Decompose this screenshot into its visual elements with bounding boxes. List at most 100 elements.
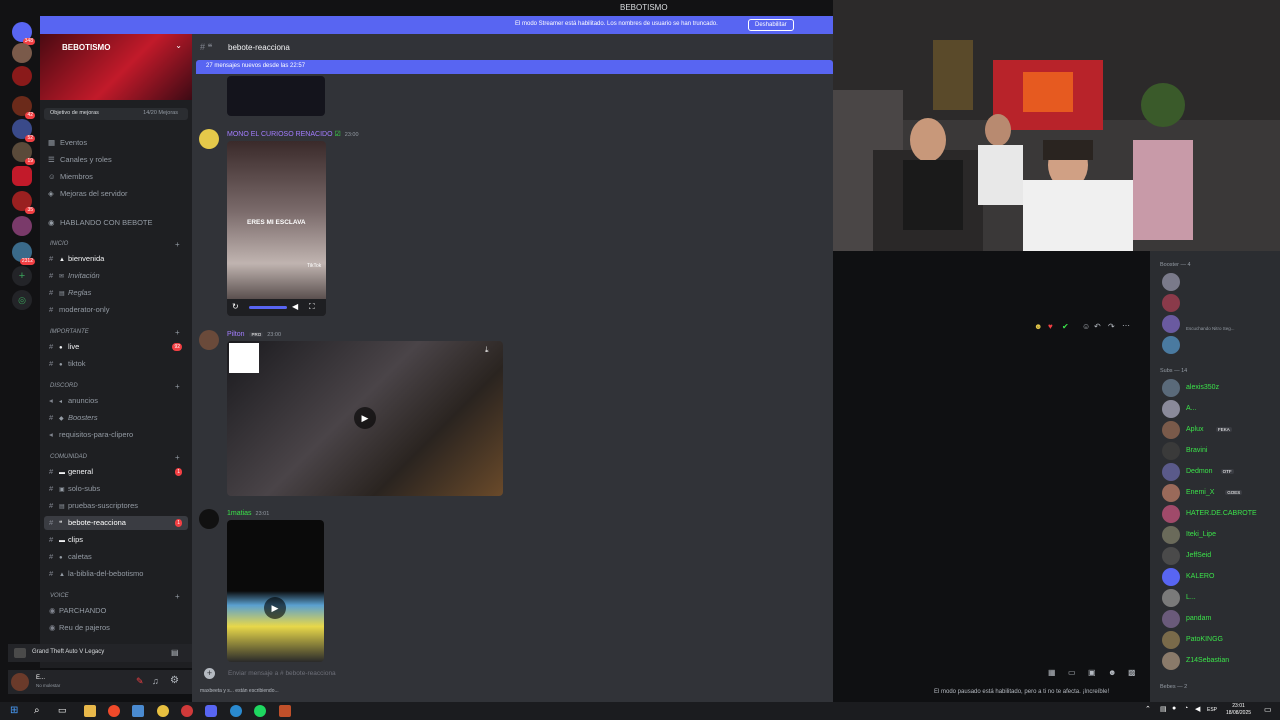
server-icon[interactable]: 52 bbox=[12, 119, 35, 142]
avatar[interactable] bbox=[199, 330, 219, 350]
channel-tiktok[interactable]: # ● tiktok bbox=[44, 357, 188, 371]
channel-caletas[interactable]: # ● caletas bbox=[44, 550, 188, 564]
nav-server-boosts[interactable]: ◈ Mejoras del servidor bbox=[48, 189, 128, 198]
discord-taskbar-icon[interactable] bbox=[205, 705, 217, 717]
message-author[interactable]: Pilton PRO 23:00 bbox=[227, 331, 281, 338]
fullscreen-icon[interactable]: ⛶ bbox=[309, 302, 315, 312]
volume-icon[interactable]: ◀ bbox=[1195, 705, 1207, 717]
check-icon[interactable]: ✔ bbox=[1062, 322, 1069, 331]
home-icon[interactable]: 348 bbox=[12, 22, 35, 45]
add-server-icon[interactable]: + bbox=[12, 266, 32, 286]
video-attachment[interactable]: ▶ bbox=[227, 520, 324, 662]
gif-icon[interactable]: ▭ bbox=[1068, 668, 1076, 677]
sticker-icon[interactable]: ▣ bbox=[1088, 668, 1096, 677]
discover-icon[interactable]: ◎ bbox=[12, 290, 32, 310]
video-attachment[interactable]: ⤓ ▶ bbox=[227, 341, 503, 496]
activity-panel[interactable]: Grand Theft Auto V Legacy ▤ bbox=[8, 644, 192, 662]
language-indicator[interactable]: ESP bbox=[1207, 707, 1217, 713]
chrome-icon[interactable] bbox=[157, 705, 169, 717]
store-icon[interactable] bbox=[132, 705, 144, 717]
voice-parchando[interactable]: ◉ PARCHANDO bbox=[44, 604, 188, 618]
channel-requisitos[interactable]: ◂ requisitos-para-clipero bbox=[44, 428, 188, 442]
replay-icon[interactable]: ↻ bbox=[232, 302, 239, 311]
download-icon[interactable]: ⤓ bbox=[485, 345, 489, 355]
category-comunidad[interactable]: COMUNIDAD + bbox=[50, 453, 180, 462]
file-explorer-icon[interactable] bbox=[84, 705, 96, 717]
message-composer[interactable]: + Enviar mensaje a # bebote-reacciona ▦ … bbox=[200, 666, 1146, 682]
task-view-icon[interactable]: ▭ bbox=[58, 705, 70, 717]
server-icon[interactable]: 19 bbox=[12, 142, 35, 165]
brave-icon[interactable] bbox=[108, 705, 120, 717]
search-icon[interactable]: ⌕ bbox=[34, 705, 46, 717]
mic-muted-icon[interactable]: ✎ bbox=[136, 676, 144, 687]
tray-chevron-icon[interactable]: ⌃ bbox=[1145, 705, 1157, 717]
category-inicio[interactable]: INICIO + bbox=[50, 240, 180, 249]
emoji-picker-icon[interactable]: ☻ bbox=[1108, 668, 1116, 677]
more-icon[interactable]: ⋯ bbox=[1122, 321, 1130, 330]
volume-icon[interactable]: ◀ bbox=[292, 302, 298, 311]
heart-icon[interactable]: ♥ bbox=[1048, 322, 1053, 331]
reaction-emoji-icon[interactable]: ☻ bbox=[1034, 322, 1042, 331]
channel-anuncios[interactable]: ◂ ◂ anuncios bbox=[44, 394, 188, 408]
play-icon[interactable]: ▶ bbox=[354, 407, 376, 429]
server-icon[interactable] bbox=[12, 216, 32, 236]
channel-clips[interactable]: # ▬ clips bbox=[44, 533, 188, 547]
add-attachment-icon[interactable]: + bbox=[204, 668, 215, 679]
add-reaction-icon[interactable]: ☺ bbox=[1082, 322, 1090, 331]
channel-live[interactable]: # ● live 92 bbox=[44, 340, 188, 354]
add-channel-icon[interactable]: + bbox=[175, 382, 180, 391]
video-attachment[interactable] bbox=[227, 76, 325, 116]
server-icon[interactable]: 35 bbox=[12, 191, 35, 214]
forward-icon[interactable]: ↷ bbox=[1108, 322, 1115, 331]
category-importante[interactable]: IMPORTANTE + bbox=[50, 328, 180, 337]
chevron-down-icon[interactable]: ⌄ bbox=[175, 41, 182, 50]
channel-bienvenida[interactable]: # ▲ bienvenida bbox=[44, 252, 188, 266]
video-progress[interactable] bbox=[249, 306, 287, 309]
nav-channels-roles[interactable]: ☰ Canales y roles bbox=[48, 155, 112, 164]
windows-start-icon[interactable]: ⊞ bbox=[10, 705, 22, 717]
new-messages-bar[interactable]: 27 mensajes nuevos desde las 22:57 bbox=[196, 60, 833, 74]
channel-reglas[interactable]: # ▤ Reglas bbox=[44, 286, 188, 300]
avatar[interactable] bbox=[11, 673, 29, 691]
mic-icon[interactable]: ● bbox=[1172, 705, 1184, 717]
gift-icon[interactable]: ▦ bbox=[1048, 668, 1056, 677]
play-icon[interactable]: ▶ bbox=[264, 597, 286, 619]
category-voice[interactable]: VOICE + bbox=[50, 592, 180, 601]
channel-bebote-reacciona[interactable]: # ❝ bebote-reacciona 1 bbox=[44, 516, 188, 530]
app-icon[interactable] bbox=[181, 705, 193, 717]
tiktok-video[interactable]: ERES MI ESCLAVA TikTok ↻ ◀ ⛶ bbox=[227, 141, 326, 316]
reply-icon[interactable]: ↶ bbox=[1094, 322, 1101, 331]
voice-channel-top[interactable]: ◉ HABLANDO CON BEBOTE bbox=[48, 218, 153, 227]
nav-members[interactable]: ☺ Miembros bbox=[48, 172, 93, 181]
disable-streamer-button[interactable]: Deshabilitar bbox=[748, 19, 794, 31]
system-clock[interactable]: 23:01 18/08/2025 bbox=[1226, 703, 1251, 717]
headphones-icon[interactable]: ♫ bbox=[152, 676, 159, 686]
apps-icon[interactable]: ▩ bbox=[1128, 668, 1136, 677]
category-discord[interactable]: DISCORD + bbox=[50, 382, 180, 391]
channel-general[interactable]: # ▬ general 1 bbox=[44, 465, 188, 479]
network-icon[interactable]: ▤ bbox=[1160, 705, 1172, 717]
spotify-icon[interactable] bbox=[254, 705, 266, 717]
server-icon[interactable] bbox=[12, 43, 32, 63]
message-author[interactable]: 1matias 23:01 bbox=[227, 510, 269, 517]
server-banner[interactable]: BEBOTISMO ⌄ bbox=[40, 34, 192, 100]
telegram-icon[interactable] bbox=[230, 705, 242, 717]
channel-pruebas[interactable]: # ▤ pruebas-suscriptores bbox=[44, 499, 188, 513]
boost-goal[interactable]: Objetivo de mejoras 14/20 Mejoras bbox=[44, 108, 188, 120]
server-icon[interactable]: 42 bbox=[12, 96, 35, 119]
settings-gear-icon[interactable]: ⚙ bbox=[170, 675, 179, 686]
overlay-icon[interactable]: ▤ bbox=[171, 648, 179, 657]
add-channel-icon[interactable]: + bbox=[175, 592, 180, 601]
server-icon-active[interactable] bbox=[12, 166, 32, 186]
message-author[interactable]: MONO EL CURIOSO RENACIDO ☑ 23:00 bbox=[227, 130, 359, 138]
server-icon[interactable] bbox=[12, 66, 32, 86]
add-channel-icon[interactable]: + bbox=[175, 240, 180, 249]
channel-biblia[interactable]: # ▲ la-biblia-del-bebotismo bbox=[44, 567, 188, 581]
voice-reu[interactable]: ◉ Reu de pajeros bbox=[44, 621, 188, 635]
channel-boosters[interactable]: # ◆ Boosters bbox=[44, 411, 188, 425]
channel-solo-subs[interactable]: # ▣ solo-subs bbox=[44, 482, 188, 496]
add-channel-icon[interactable]: + bbox=[175, 453, 180, 462]
avatar[interactable] bbox=[199, 509, 219, 529]
add-channel-icon[interactable]: + bbox=[175, 328, 180, 337]
channel-invitacion[interactable]: # ✉ Invitación bbox=[44, 269, 188, 283]
